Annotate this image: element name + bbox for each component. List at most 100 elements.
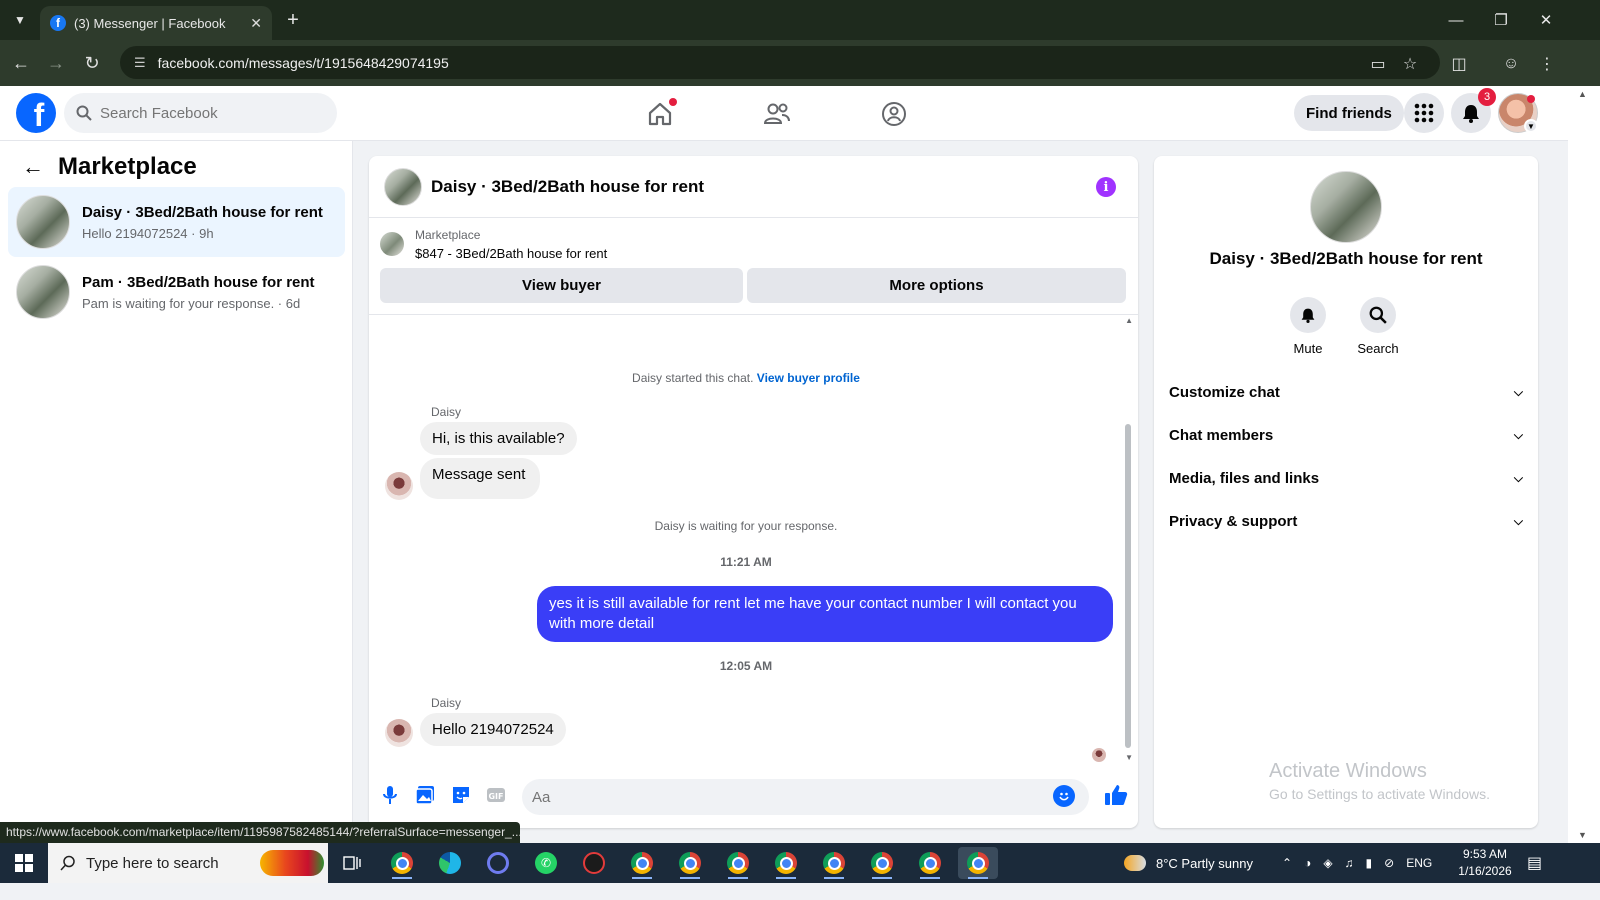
browser-menu-icon[interactable]: ⋮ <box>1535 52 1559 76</box>
minimize-icon[interactable]: — <box>1441 8 1471 32</box>
meet-now-icon[interactable]: ◑ <box>1304 856 1311 870</box>
conversation-item-daisy[interactable]: Daisy · 3Bed/2Bath house for rent Hello … <box>8 187 345 257</box>
action-center-icon[interactable]: ▤ <box>1527 843 1542 883</box>
browser-tab-messenger[interactable]: f (3) Messenger | Facebook ✕ <box>40 6 272 40</box>
conversation-item-pam[interactable]: Pam · 3Bed/2Bath house for rent Pam is w… <box>8 257 345 327</box>
facebook-search-box[interactable] <box>64 93 337 133</box>
install-app-icon[interactable]: ▭ <box>1366 52 1390 76</box>
taskbar-chrome-app[interactable] <box>670 847 710 879</box>
chat-members-row[interactable]: Chat members ⌵ <box>1169 420 1523 450</box>
taskbar-chrome-app[interactable] <box>622 847 662 879</box>
details-listing-thumbnail[interactable] <box>1310 171 1382 243</box>
microphone-icon[interactable] <box>378 781 402 809</box>
show-hidden-icons-chevron-icon[interactable]: ⌃ <box>1282 856 1292 870</box>
network-icon[interactable]: ◈ <box>1323 856 1332 870</box>
weather-widget[interactable]: 8°C Partly sunny <box>1124 843 1253 883</box>
page-scroll-down-icon[interactable]: ▼ <box>1578 830 1587 840</box>
privacy-support-row[interactable]: Privacy & support ⌵ <box>1169 506 1523 536</box>
view-buyer-profile-link[interactable]: View buyer profile <box>757 371 860 385</box>
taskbar-chrome-app[interactable] <box>718 847 758 879</box>
view-buyer-button[interactable]: View buyer <box>380 268 743 303</box>
tab-search-chevron-icon[interactable]: ▼ <box>8 8 32 32</box>
taskbar-chrome-app[interactable] <box>862 847 902 879</box>
reload-icon[interactable]: ↻ <box>80 51 104 75</box>
battery-icon[interactable]: ▮ <box>1366 856 1373 870</box>
windows-start-icon[interactable] <box>0 843 48 883</box>
back-arrow-icon[interactable]: ← <box>9 51 33 75</box>
chat-listing-thumbnail[interactable] <box>384 167 422 206</box>
taskbar-chrome-app[interactable] <box>814 847 854 879</box>
facebook-search-input[interactable] <box>100 104 320 122</box>
page-scroll-up-icon[interactable]: ▲ <box>1578 89 1587 99</box>
sticker-icon[interactable] <box>449 781 473 809</box>
taskbar-chrome-app[interactable] <box>910 847 950 879</box>
daisy-avatar[interactable] <box>385 719 413 747</box>
message-input[interactable] <box>532 788 1032 806</box>
bookmark-star-icon[interactable]: ☆ <box>1398 52 1422 76</box>
new-tab-plus-icon[interactable]: + <box>282 9 304 31</box>
find-friends-button[interactable]: Find friends <box>1294 95 1404 131</box>
daisy-avatar[interactable] <box>385 472 413 500</box>
facebook-header: f Find friends <box>0 86 1568 141</box>
friends-icon[interactable] <box>757 94 797 134</box>
emoji-icon[interactable] <box>1053 785 1075 807</box>
search-in-conversation-button[interactable]: Search <box>1348 297 1408 356</box>
windows-taskbar: Type here to search ✆ 8°C Partly sunny ⌃… <box>0 843 1600 883</box>
search-label: Search <box>1357 341 1399 356</box>
row-label: Customize chat <box>1169 383 1280 401</box>
taskbar-wpm-app[interactable] <box>574 847 614 879</box>
mute-button[interactable]: Mute <box>1278 297 1338 356</box>
media-files-links-row[interactable]: Media, files and links ⌵ <box>1169 463 1523 493</box>
browser-profile-icon[interactable]: ☺ <box>1499 52 1523 76</box>
incoming-message[interactable]: Message sent <box>420 458 541 499</box>
conversation-info-icon[interactable]: i <box>1096 177 1116 197</box>
customize-chat-row[interactable]: Customize chat ⌵ <box>1169 377 1523 407</box>
photo-gallery-icon[interactable] <box>413 781 437 809</box>
tab-close-icon[interactable]: ✕ <box>250 15 262 32</box>
taskbar-chrome-app-active[interactable] <box>958 847 998 879</box>
window-close-icon[interactable]: ✕ <box>1531 8 1561 32</box>
search-icon <box>60 855 75 871</box>
more-options-button[interactable]: More options <box>747 268 1126 303</box>
forward-arrow-icon[interactable]: → <box>44 51 68 75</box>
message-input-box[interactable] <box>522 779 1089 815</box>
account-chevron-down-icon[interactable]: ▼ <box>1524 119 1538 133</box>
groups-icon[interactable] <box>874 94 914 134</box>
back-arrow-icon[interactable]: ← <box>22 154 44 180</box>
scroll-up-arrow-icon[interactable]: ▲ <box>1125 316 1133 325</box>
site-info-icon[interactable]: ☰ <box>134 55 146 71</box>
restore-icon[interactable]: ❐ <box>1486 8 1516 32</box>
outgoing-message[interactable]: yes it is still available for rent let m… <box>537 586 1113 642</box>
marketplace-conversation-list: ← Marketplace Daisy · 3Bed/2Bath house f… <box>0 141 353 843</box>
taskbar-chrome-app[interactable] <box>766 847 806 879</box>
taskbar-search-box[interactable]: Type here to search <box>48 843 328 883</box>
taskbar-chrome-app[interactable] <box>382 847 422 879</box>
volume-icon[interactable]: ♫ <box>1345 856 1354 870</box>
scroll-down-arrow-icon[interactable]: ▼ <box>1125 753 1133 762</box>
task-view-icon[interactable] <box>332 847 372 879</box>
chat-header: Daisy · 3Bed/2Bath house for rent i <box>369 156 1138 218</box>
timestamp: 12:05 AM <box>719 659 773 673</box>
facebook-logo-icon[interactable]: f <box>16 93 56 133</box>
gif-icon[interactable]: GIF <box>484 781 508 809</box>
address-bar[interactable]: ☰ facebook.com/messages/t/19156484290741… <box>120 46 1440 79</box>
profile-notification-dot <box>1527 95 1535 103</box>
taskbar-power-automate-app[interactable] <box>478 847 518 879</box>
listing-mini-thumbnail[interactable] <box>380 232 404 256</box>
taskbar-clock[interactable]: 9:53 AM 1/16/2026 <box>1452 846 1518 880</box>
incoming-message[interactable]: Hi, is this available? <box>420 422 577 455</box>
chat-title[interactable]: Daisy · 3Bed/2Bath house for rent <box>431 177 704 197</box>
page-scrollbar[interactable]: ▲ ▼ <box>1568 86 1600 843</box>
chrome-icon <box>871 852 893 874</box>
home-icon[interactable] <box>640 94 680 134</box>
message-scrollbar[interactable] <box>1125 424 1131 748</box>
incoming-message[interactable]: Hello 2194072524 <box>420 713 566 746</box>
menu-grid-icon[interactable] <box>1404 93 1444 133</box>
wifi-off-icon[interactable]: ⊘ <box>1384 856 1394 870</box>
taskbar-edge-app[interactable] <box>430 847 470 879</box>
like-thumb-icon[interactable] <box>1103 781 1129 809</box>
language-indicator[interactable]: ENG <box>1406 856 1432 870</box>
taskbar-whatsapp-app[interactable]: ✆ <box>526 847 566 879</box>
extensions-icon[interactable]: ◫ <box>1447 52 1471 76</box>
listing-price-title[interactable]: $847 - 3Bed/2Bath house for rent <box>415 246 607 261</box>
